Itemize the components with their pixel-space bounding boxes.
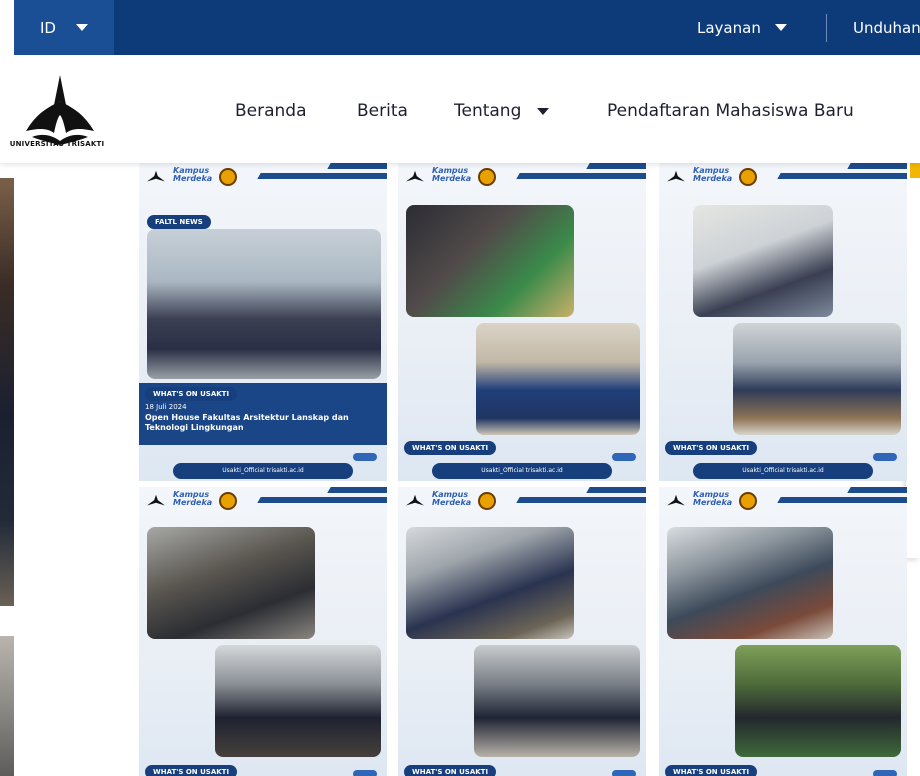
social-footer: Usakti_Official trisakti.ac.id <box>173 463 353 479</box>
decor-stripe <box>257 497 387 503</box>
main-navbar: UNIVERSITAS TRISAKTI Beranda Berita Tent… <box>0 55 920 163</box>
layanan-menu[interactable]: Layanan <box>697 0 787 55</box>
news-tile[interactable]: Kampus Merdeka WHAT'S ON USAKTI <box>398 487 646 776</box>
nav-tentang[interactable]: Tentang <box>454 101 550 121</box>
carousel-prev-photo-lower <box>0 636 14 776</box>
social-footer: Usakti_Official trisakti.ac.id <box>432 463 612 479</box>
news-photo <box>667 527 833 639</box>
news-tile[interactable]: Kampus Merdeka FALTL NEWS WHAT'S ON USAKT… <box>139 163 387 481</box>
news-photo <box>733 323 901 435</box>
decor-stripe <box>847 163 907 169</box>
tile-header: Kampus Merdeka <box>398 487 646 515</box>
language-label: ID <box>40 18 56 37</box>
decor-stripe <box>257 173 387 179</box>
date-pill <box>612 453 636 461</box>
news-date: 18 Juli 2024 <box>145 403 187 411</box>
kampus-merdeka-label: Kampus Merdeka <box>173 490 213 507</box>
nav-tentang-label: Tentang <box>454 101 522 121</box>
trisakti-mini-logo <box>147 494 165 506</box>
award-badge-icon <box>739 492 757 510</box>
carousel-prev-photo <box>0 178 14 606</box>
kampus-merdeka-label: Kampus Merdeka <box>173 166 213 183</box>
news-photo <box>735 645 901 757</box>
trisakti-mini-logo <box>406 494 424 506</box>
whats-on-badge: WHAT'S ON USAKTI <box>145 765 238 776</box>
tile-header: Kampus Merdeka <box>398 163 646 191</box>
kampus-merdeka-label: Kampus Merdeka <box>432 490 472 507</box>
decor-stripe <box>777 497 907 503</box>
trisakti-mini-logo <box>147 170 165 182</box>
kampus-merdeka-label: Kampus Merdeka <box>432 166 472 183</box>
date-pill <box>353 770 377 776</box>
award-badge-icon <box>219 168 237 186</box>
page: ID Layanan Unduhan UNIVERSITAS TRISAKTI … <box>0 0 920 776</box>
tile-header: Kampus Merdeka <box>659 163 907 191</box>
unduhan-link[interactable]: Unduhan <box>853 0 920 55</box>
trisakti-mini-logo <box>667 170 685 182</box>
trisakti-mini-logo <box>667 494 685 506</box>
kampus-merdeka-label: Kampus Merdeka <box>693 490 733 507</box>
nav-pendaftaran[interactable]: Pendaftaran Mahasiswa Baru <box>607 101 854 121</box>
news-photo <box>406 527 574 639</box>
date-pill <box>873 453 897 461</box>
chevron-down-icon <box>537 107 550 115</box>
news-tile[interactable]: Kampus Merdeka WHAT'S ON USAKTI Usakti_Of… <box>659 163 907 481</box>
whats-on-badge: WHAT'S ON USAKTI <box>665 441 758 455</box>
news-tile[interactable]: Kampus Merdeka WHAT'S ON USAKTI Usakti_Of… <box>398 163 646 481</box>
language-selector[interactable]: ID <box>14 0 114 55</box>
top-bar: ID Layanan Unduhan <box>14 0 920 55</box>
news-tile[interactable]: Kampus Merdeka WHAT'S ON USAKTI <box>659 487 907 776</box>
whats-on-badge: WHAT'S ON USAKTI <box>665 765 758 776</box>
news-title: Open House Fakultas Arsitektur Lanskap d… <box>145 413 349 432</box>
layanan-label: Layanan <box>697 18 761 37</box>
news-photo <box>147 527 315 639</box>
tile-header: Kampus Merdeka <box>139 163 387 191</box>
news-photo <box>215 645 381 757</box>
decor-stripe <box>777 173 907 179</box>
whats-on-badge: WHAT'S ON USAKTI <box>145 387 238 401</box>
logo-caption: UNIVERSITAS TRISAKTI <box>9 140 105 148</box>
nav-beranda[interactable]: Beranda <box>235 101 307 121</box>
award-badge-icon <box>478 492 496 510</box>
decor-stripe <box>586 487 646 493</box>
news-tile[interactable]: Kampus Merdeka WHAT'S ON USAKTI <box>139 487 387 776</box>
whats-on-badge: WHAT'S ON USAKTI <box>404 765 497 776</box>
award-badge-icon <box>739 168 757 186</box>
award-badge-icon <box>219 492 237 510</box>
nav-berita[interactable]: Berita <box>357 101 408 121</box>
tile-header: Kampus Merdeka <box>139 487 387 515</box>
date-pill <box>353 453 377 461</box>
decor-stripe <box>327 163 387 169</box>
news-photo <box>147 229 381 379</box>
decor-stripe <box>586 163 646 169</box>
decor-stripe <box>516 497 646 503</box>
decor-stripe <box>516 173 646 179</box>
news-photo <box>474 645 640 757</box>
social-footer: Usakti_Official trisakti.ac.id <box>693 463 873 479</box>
award-badge-icon <box>478 168 496 186</box>
date-pill <box>612 770 636 776</box>
news-category-badge: FALTL NEWS <box>147 215 211 229</box>
whats-on-badge: WHAT'S ON USAKTI <box>404 441 497 455</box>
decor-stripe <box>847 487 907 493</box>
news-photo <box>476 323 640 435</box>
trisakti-mini-logo <box>406 170 424 182</box>
tile-header: Kampus Merdeka <box>659 487 907 515</box>
divider <box>826 14 827 42</box>
chevron-down-icon <box>774 24 787 31</box>
kampus-merdeka-label: Kampus Merdeka <box>693 166 733 183</box>
decor-stripe <box>327 487 387 493</box>
date-pill <box>873 770 897 776</box>
news-photo <box>693 205 833 317</box>
chevron-down-icon <box>75 24 88 31</box>
trisakti-logo[interactable] <box>20 71 100 151</box>
news-photo <box>406 205 574 317</box>
side-card <box>906 138 920 558</box>
